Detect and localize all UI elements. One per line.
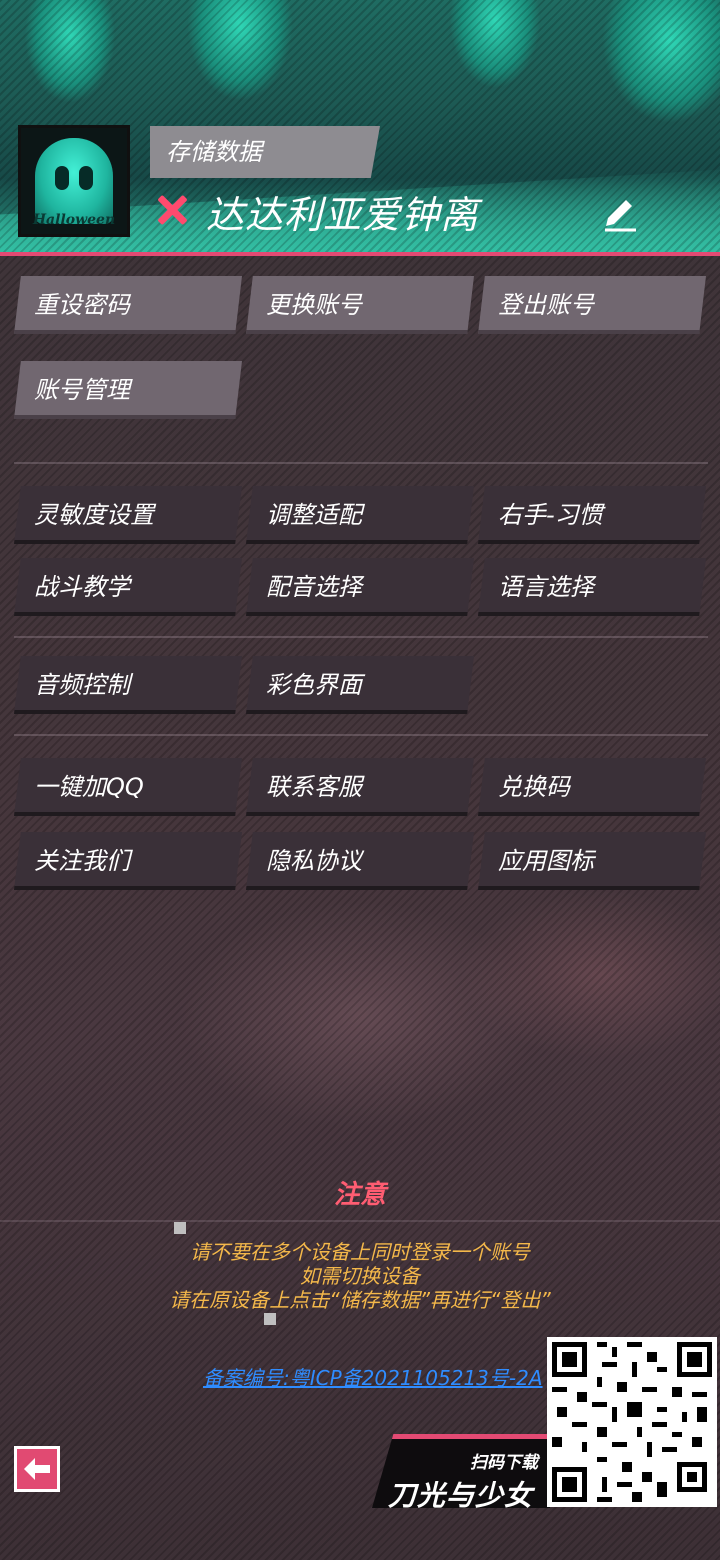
- adjust-fit-button[interactable]: 调整适配: [246, 486, 474, 544]
- app-icon-button[interactable]: 应用图标: [478, 832, 706, 890]
- notice-title: 注意: [333, 1180, 386, 1210]
- switch-account-button[interactable]: 更换账号: [246, 276, 474, 334]
- follow-us-button[interactable]: 关注我们: [14, 832, 242, 890]
- right-hand-habit-button[interactable]: 右手-习惯: [478, 486, 706, 544]
- download-banner[interactable]: 扫码下载 刀光与少女: [372, 1434, 550, 1508]
- account-management-button[interactable]: 账号管理: [14, 361, 242, 419]
- section-divider: [14, 636, 708, 638]
- username: 达达利亚爱钟离: [206, 193, 480, 237]
- icp-link[interactable]: 备案编号:粤ICP备2021105213号-2A: [203, 1362, 543, 1391]
- section-divider: [14, 462, 708, 464]
- sensitivity-settings-button[interactable]: 灵敏度设置: [14, 486, 242, 544]
- avatar-tag: Halloween: [32, 212, 116, 228]
- edit-icon[interactable]: [600, 196, 638, 234]
- notice-divider: [0, 1220, 720, 1222]
- privacy-policy-button[interactable]: 隐私协议: [246, 832, 474, 890]
- marker-icon: [174, 1222, 186, 1234]
- contact-support-button[interactable]: 联系客服: [246, 758, 474, 816]
- qr-code-icon[interactable]: [547, 1337, 717, 1507]
- language-selection-button[interactable]: 语言选择: [478, 558, 706, 616]
- notice-line: 请在原设备上点击“储存数据”再进行“登出”: [169, 1288, 551, 1312]
- join-qq-button[interactable]: 一键加QQ: [14, 758, 242, 816]
- save-data-button[interactable]: 存储数据: [150, 126, 380, 178]
- reset-password-button[interactable]: 重设密码: [14, 276, 242, 334]
- arrow-left-icon: [24, 1458, 50, 1480]
- color-ui-button[interactable]: 彩色界面: [246, 656, 474, 714]
- back-button[interactable]: [14, 1446, 60, 1492]
- header-divider: [0, 252, 720, 256]
- close-icon[interactable]: [154, 192, 190, 228]
- audio-control-button[interactable]: 音频控制: [14, 656, 242, 714]
- logout-button[interactable]: 登出账号: [478, 276, 706, 334]
- combat-tutorial-button[interactable]: 战斗教学: [14, 558, 242, 616]
- avatar[interactable]: Halloween: [18, 125, 130, 237]
- voice-selection-button[interactable]: 配音选择: [246, 558, 474, 616]
- download-label: 扫码下载: [470, 1453, 538, 1473]
- marker-icon: [264, 1313, 276, 1325]
- section-divider: [14, 734, 708, 736]
- redeem-code-button[interactable]: 兑换码: [478, 758, 706, 816]
